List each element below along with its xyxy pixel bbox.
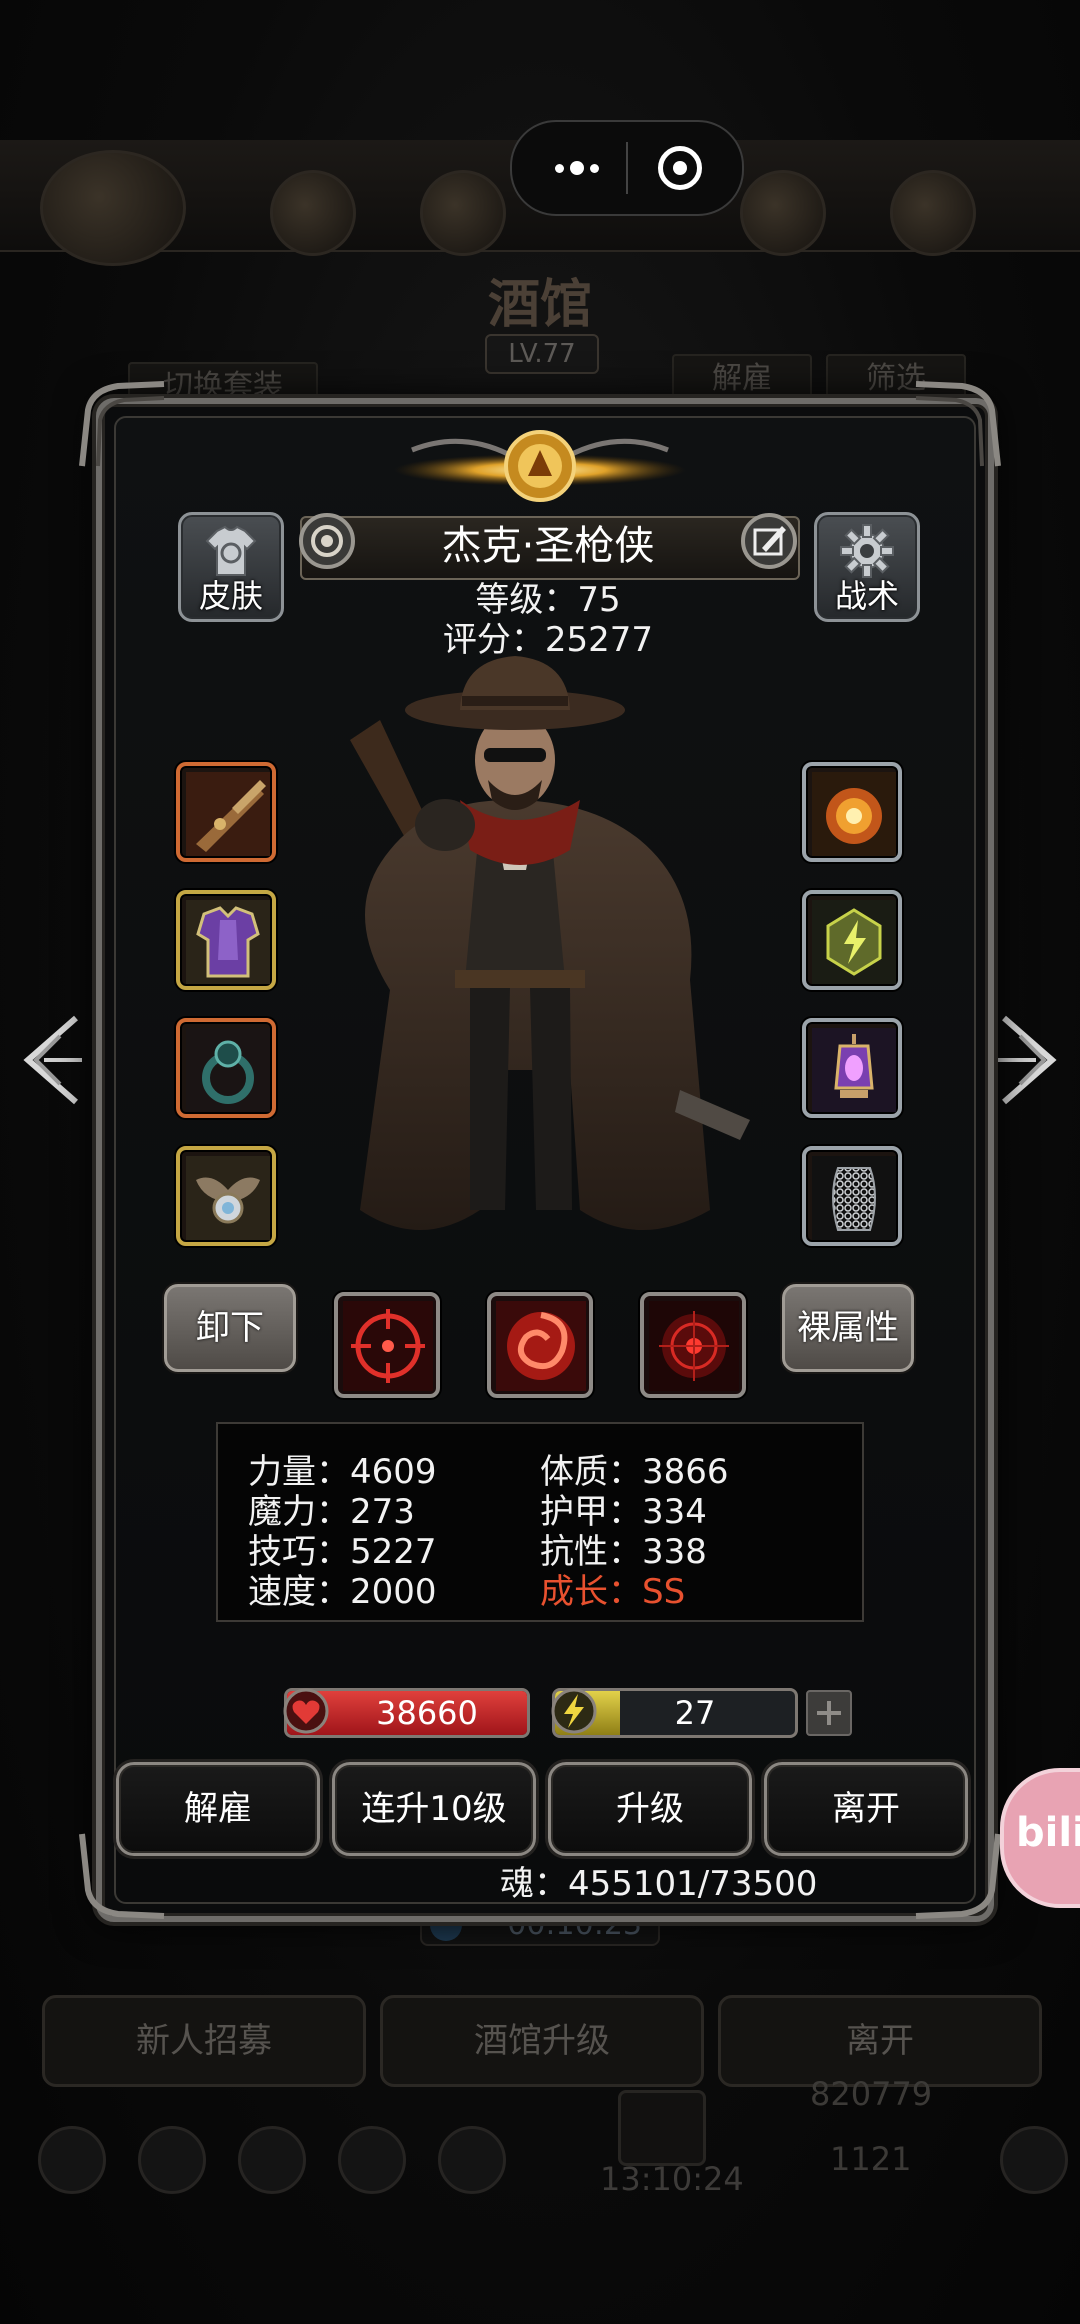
hero-name: 杰克·圣枪侠	[441, 523, 655, 569]
skin-label: 皮肤	[198, 577, 263, 615]
flame-orb-icon	[812, 772, 896, 856]
bg-add-icon	[1000, 2126, 1068, 2194]
rifle-icon	[186, 772, 270, 856]
crosshair-skill-icon	[343, 1301, 433, 1391]
bg-chest-icon	[618, 2090, 706, 2166]
add-energy-button[interactable]	[806, 1690, 852, 1736]
lightning-icon	[551, 1688, 597, 1734]
tactics-button[interactable]: 战术	[814, 512, 920, 622]
bg-nav-icon	[138, 2126, 206, 2194]
bg-menu-icon	[890, 170, 976, 256]
skill-slot-3[interactable]	[640, 1292, 746, 1398]
energy-value: 27	[674, 1694, 716, 1732]
equip-slot-weapon[interactable]	[176, 762, 276, 862]
target-skill-icon	[649, 1301, 739, 1391]
miniprogram-capsule	[510, 120, 744, 216]
equip-slot-gem[interactable]	[802, 890, 902, 990]
next-hero-arrow-icon[interactable]	[996, 1010, 1066, 1110]
golden-crest-emblem	[394, 430, 686, 502]
bg-dismiss-tab: 解雇	[672, 354, 812, 404]
stat-speed: 速度：2000	[248, 1572, 437, 1612]
bg-recruit-button: 新人招募	[42, 1995, 366, 2087]
lantern-icon	[812, 1028, 896, 1112]
skill-slot-2[interactable]	[487, 1292, 593, 1398]
screen: 酒馆 LV.77 切换套装 解雇 筛选 00:10:23 新人招募 酒馆升级 离…	[0, 0, 1080, 2324]
naked-attributes-button[interactable]: 裸属性	[782, 1284, 914, 1372]
bg-nav-icon	[438, 2126, 506, 2194]
amulet-icon	[186, 1156, 270, 1240]
level-up-10-button[interactable]: 连升10级	[332, 1762, 536, 1856]
bg-nav-icon	[238, 2126, 306, 2194]
close-miniprogram-icon[interactable]	[658, 146, 702, 190]
skill-slot-1[interactable]	[334, 1292, 440, 1398]
equip-slot-ring[interactable]	[176, 1018, 276, 1118]
soul-counter: 魂：455101/73500	[500, 1864, 818, 1904]
lightning-gem-icon	[812, 900, 896, 984]
chainmail-icon	[812, 1156, 896, 1240]
bg-clock: 13:10:24	[600, 2160, 744, 2198]
equip-slot-armor[interactable]	[176, 890, 276, 990]
previous-hero-arrow-icon[interactable]	[14, 1010, 84, 1110]
bg-gem-amount: 1121	[830, 2140, 912, 2178]
bg-tavern-level: LV.77	[485, 334, 599, 374]
hp-value: 38660	[376, 1694, 478, 1732]
equip-slot-amulet[interactable]	[176, 1146, 276, 1246]
dismiss-button[interactable]: 解雇	[116, 1762, 320, 1856]
bg-upgrade-tavern-button: 酒馆升级	[380, 1995, 704, 2087]
bg-menu-icon	[740, 170, 826, 256]
vortex-skill-icon	[496, 1301, 586, 1391]
bg-nav-icon	[338, 2126, 406, 2194]
armor-icon	[186, 900, 270, 984]
level-up-button[interactable]: 升级	[548, 1762, 752, 1856]
more-icon[interactable]	[547, 146, 607, 190]
bg-tavern-title: 酒馆	[487, 274, 592, 335]
bg-nav-icon	[38, 2126, 106, 2194]
capsule-divider	[626, 142, 628, 194]
frame-corner-ornament	[915, 381, 1001, 467]
heart-icon	[283, 1688, 329, 1734]
tactics-label: 战术	[834, 577, 899, 615]
leave-button[interactable]: 离开	[764, 1762, 968, 1856]
bg-avatar-icon	[40, 150, 186, 266]
stat-growth: 成长：SS	[540, 1572, 686, 1612]
equip-slot-lantern[interactable]	[802, 1018, 902, 1118]
bg-gold-amount: 820779	[810, 2075, 933, 2113]
bg-menu-icon	[270, 170, 356, 256]
frame-corner-ornament	[79, 381, 165, 467]
ring-icon	[186, 1028, 270, 1112]
bg-menu-icon	[420, 170, 506, 256]
equip-slot-relic[interactable]	[802, 762, 902, 862]
bg-leave-button: 离开	[718, 1995, 1042, 2087]
skin-button[interactable]: 皮肤	[178, 512, 284, 622]
hero-portrait	[350, 656, 750, 1230]
unequip-button[interactable]: 卸下	[164, 1284, 296, 1372]
equip-slot-chainmail[interactable]	[802, 1146, 902, 1246]
edit-name-icon[interactable]	[738, 510, 800, 572]
